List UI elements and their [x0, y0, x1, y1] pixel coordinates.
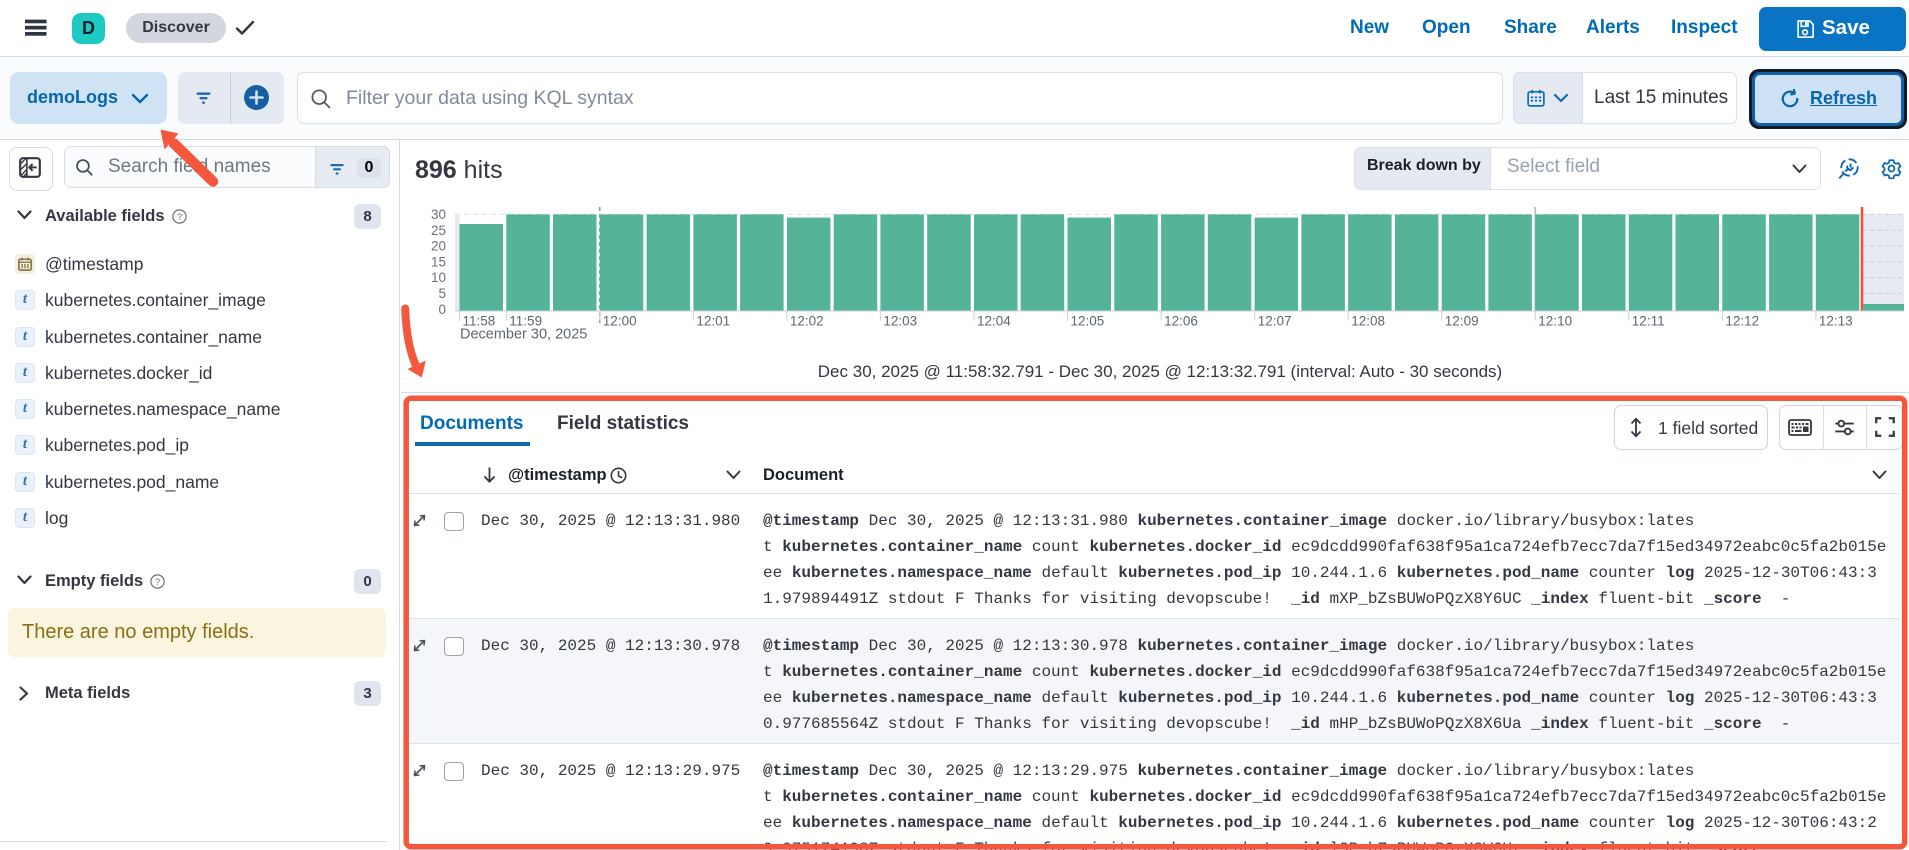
- svg-text:December 30, 2025: December 30, 2025: [460, 327, 587, 343]
- svg-text:20: 20: [431, 239, 446, 254]
- svg-text:15: 15: [431, 254, 446, 269]
- svg-text:12:07: 12:07: [1258, 314, 1292, 329]
- svg-text:12:11: 12:11: [1632, 314, 1665, 329]
- svg-text:12:12: 12:12: [1725, 314, 1759, 329]
- svg-text:10: 10: [431, 270, 446, 285]
- svg-text:0: 0: [438, 302, 446, 317]
- svg-text:5: 5: [438, 286, 446, 301]
- svg-text:12:00: 12:00: [603, 314, 637, 329]
- svg-text:12:05: 12:05: [1071, 314, 1105, 329]
- svg-text:?: ?: [177, 212, 182, 223]
- svg-text:12:09: 12:09: [1445, 314, 1479, 329]
- svg-text:12:01: 12:01: [696, 314, 730, 329]
- svg-text:12:03: 12:03: [883, 314, 917, 329]
- svg-text:12:08: 12:08: [1351, 314, 1385, 329]
- svg-text:30: 30: [431, 207, 446, 222]
- svg-text:12:13: 12:13: [1819, 314, 1853, 329]
- svg-text:12:10: 12:10: [1538, 314, 1572, 329]
- svg-text:12:02: 12:02: [790, 314, 824, 329]
- svg-text:?: ?: [155, 577, 160, 588]
- svg-text:12:04: 12:04: [977, 314, 1011, 329]
- svg-text:12:06: 12:06: [1164, 314, 1198, 329]
- svg-text:25: 25: [431, 223, 446, 238]
